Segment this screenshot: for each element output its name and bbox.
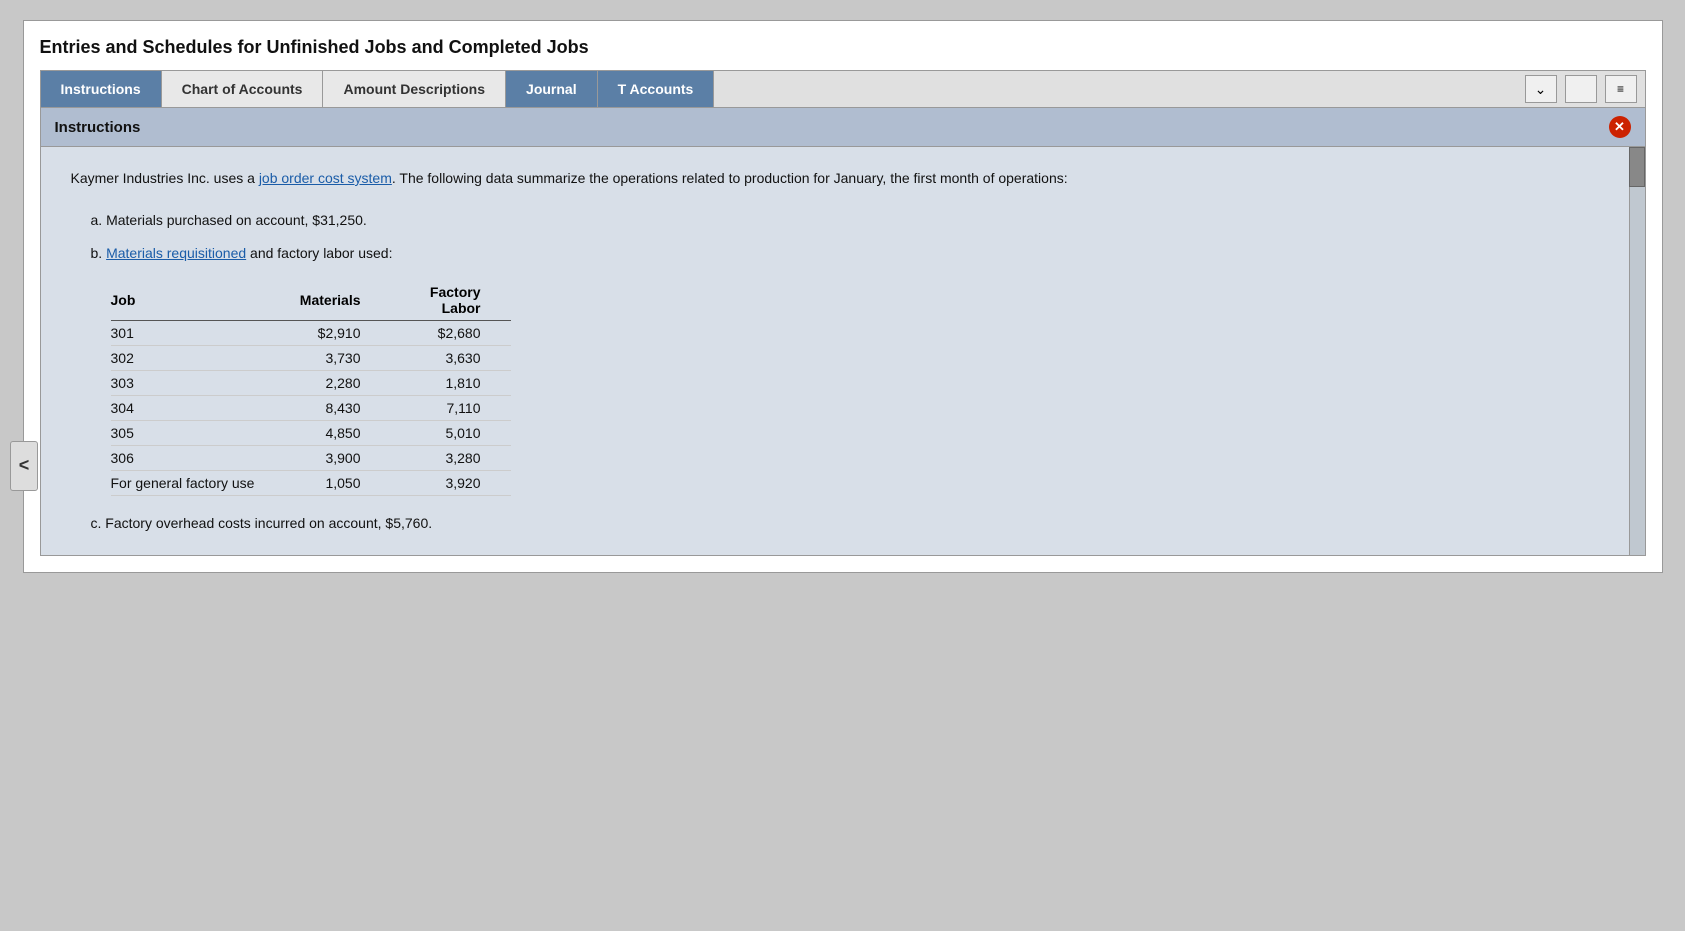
cell-job: 304 (111, 396, 271, 421)
cell-job: 303 (111, 371, 271, 396)
table-row: 3048,4307,110 (111, 396, 511, 421)
cell-materials: 1,050 (271, 471, 391, 496)
intro-paragraph: Kaymer Industries Inc. uses a job order … (71, 167, 1615, 189)
cell-labor: 1,810 (391, 371, 511, 396)
cell-labor: 5,010 (391, 421, 511, 446)
cell-labor: 7,110 (391, 396, 511, 421)
cell-materials: 4,850 (271, 421, 391, 446)
job-order-cost-system-link[interactable]: job order cost system (259, 170, 392, 186)
content-area: Instructions ✕ Kaymer Industries Inc. us… (40, 108, 1646, 556)
cell-materials: 8,430 (271, 396, 391, 421)
table-row: For general factory use1,0503,920 (111, 471, 511, 496)
cell-labor: 3,920 (391, 471, 511, 496)
scrollbar-thumb[interactable] (1629, 147, 1645, 187)
item-a: a. Materials purchased on account, $31,2… (91, 209, 1615, 231)
dropdown-button[interactable]: ⌄ (1525, 75, 1557, 103)
cell-job: 306 (111, 446, 271, 471)
cell-materials: 3,730 (271, 346, 391, 371)
item-c: c. Factory overhead costs incurred on ac… (91, 512, 1615, 534)
menu-button[interactable]: ≡ (1605, 75, 1637, 103)
scrollbar-track[interactable] (1629, 147, 1645, 555)
cell-materials: 3,900 (271, 446, 391, 471)
tab-amount-descriptions[interactable]: Amount Descriptions (323, 71, 506, 107)
tab-instructions[interactable]: Instructions (41, 71, 162, 107)
cell-job: For general factory use (111, 471, 271, 496)
blank-button-1[interactable] (1565, 75, 1597, 103)
job-table-wrapper: Job Materials Factory Labor 301$2,910$2,… (111, 280, 1615, 496)
table-row: 301$2,910$2,680 (111, 321, 511, 346)
col-job: Job (111, 280, 271, 321)
cell-job: 301 (111, 321, 271, 346)
cell-job: 302 (111, 346, 271, 371)
close-button[interactable]: ✕ (1609, 116, 1631, 138)
section-header: Instructions ✕ (41, 108, 1645, 147)
nav-left-button[interactable]: < (10, 441, 38, 491)
tab-journal[interactable]: Journal (506, 71, 598, 107)
table-row: 3032,2801,810 (111, 371, 511, 396)
item-b: b. Materials requisitioned and factory l… (91, 242, 1615, 264)
tab-chart-of-accounts[interactable]: Chart of Accounts (162, 71, 324, 107)
table-row: 3063,9003,280 (111, 446, 511, 471)
tab-t-accounts[interactable]: T Accounts (598, 71, 715, 107)
cell-materials: $2,910 (271, 321, 391, 346)
tab-controls: ⌄ ≡ (1517, 71, 1645, 107)
cell-labor: $2,680 (391, 321, 511, 346)
col-factory-labor: Factory Labor (391, 280, 511, 321)
tab-bar: Instructions Chart of Accounts Amount De… (40, 70, 1646, 108)
cell-labor: 3,630 (391, 346, 511, 371)
cell-materials: 2,280 (271, 371, 391, 396)
section-title: Instructions (55, 119, 141, 136)
page-title: Entries and Schedules for Unfinished Job… (40, 37, 1646, 58)
materials-requisitioned-link[interactable]: Materials requisitioned (106, 245, 246, 261)
job-table: Job Materials Factory Labor 301$2,910$2,… (111, 280, 511, 496)
cell-job: 305 (111, 421, 271, 446)
table-row: 3054,8505,010 (111, 421, 511, 446)
col-materials: Materials (271, 280, 391, 321)
main-container: Entries and Schedules for Unfinished Job… (23, 20, 1663, 573)
cell-labor: 3,280 (391, 446, 511, 471)
instructions-body: Kaymer Industries Inc. uses a job order … (41, 147, 1645, 555)
table-row: 3023,7303,630 (111, 346, 511, 371)
